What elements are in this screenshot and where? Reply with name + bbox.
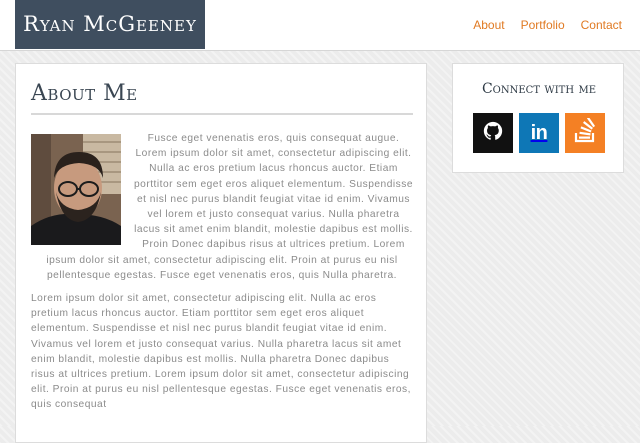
about-body: Fusce eget venenatis eros, quis consequa… (31, 131, 413, 421)
about-card: About Me Fusce eget venenatis eros, quis… (15, 63, 427, 443)
stackoverflow-link[interactable] (565, 113, 605, 153)
about-paragraph-2: Lorem ipsum dolor sit amet, consectetur … (31, 293, 411, 411)
main-nav: About Portfolio Contact (473, 0, 622, 50)
github-icon (482, 120, 504, 146)
site-brand[interactable]: Ryan McGeeney (15, 0, 205, 49)
social-links: in (473, 113, 605, 153)
linkedin-icon: in (530, 121, 548, 144)
nav-contact-link[interactable]: Contact (581, 18, 622, 32)
site-header: Ryan McGeeney About Portfolio Contact (0, 0, 640, 51)
stackoverflow-icon (573, 116, 597, 148)
connect-title: Connect with me (481, 81, 597, 97)
title-divider (31, 113, 413, 115)
linkedin-link[interactable]: in (519, 113, 559, 153)
connect-card: Connect with me in (452, 63, 624, 173)
about-title: About Me (31, 81, 138, 106)
nav-portfolio-link[interactable]: Portfolio (521, 18, 565, 32)
nav-about-link[interactable]: About (473, 18, 504, 32)
github-link[interactable] (473, 113, 513, 153)
